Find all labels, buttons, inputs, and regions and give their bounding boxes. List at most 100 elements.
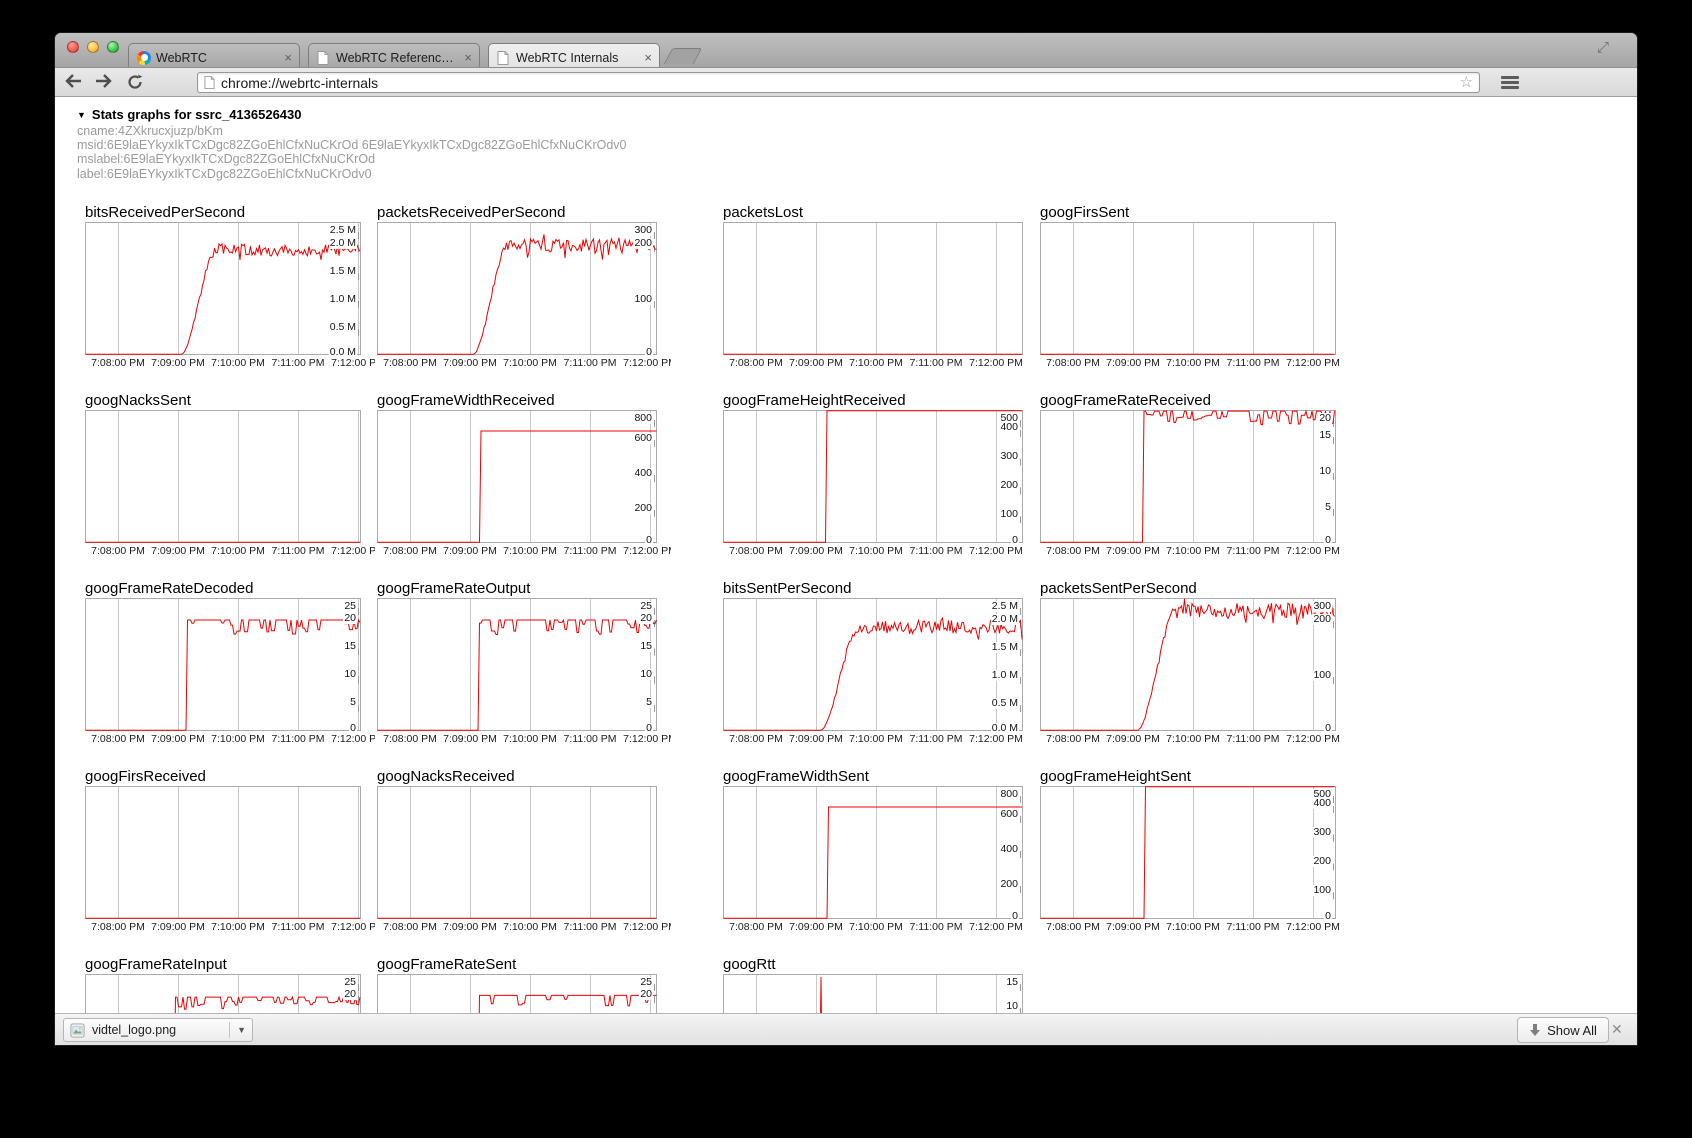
x-tick-label: 7:12:00 PM bbox=[619, 357, 671, 369]
chart-series-line bbox=[724, 618, 1023, 730]
x-tick-label: 7:09:00 PM bbox=[439, 545, 501, 557]
x-axis-labels: 7:08:00 PM7:09:00 PM7:10:00 PM7:11:00 PM… bbox=[85, 919, 375, 933]
x-tick-label: 7:09:00 PM bbox=[439, 921, 501, 933]
back-button[interactable] bbox=[61, 71, 85, 93]
chart-plot-area bbox=[85, 410, 361, 543]
chart-series-line bbox=[86, 244, 361, 354]
y-tick-label: 25 bbox=[639, 977, 653, 988]
x-tick-label: 7:12:00 PM bbox=[965, 921, 1027, 933]
chart-googFrameWidthSent: googFrameWidthSent80060040020007:08:00 P… bbox=[723, 769, 1073, 933]
y-tick-label: 300 bbox=[1312, 601, 1332, 612]
page-icon bbox=[497, 51, 511, 65]
chart-plot-area bbox=[85, 786, 361, 919]
chart-packetsLost: packetsLost7:08:00 PM7:09:00 PM7:10:00 P… bbox=[723, 205, 1073, 369]
x-tick-label: 7:12:00 PM bbox=[1282, 357, 1344, 369]
x-axis-labels: 7:08:00 PM7:09:00 PM7:10:00 PM7:11:00 PM… bbox=[1040, 543, 1350, 557]
x-tick-label: 7:08:00 PM bbox=[1042, 357, 1104, 369]
tab-webrtc-internals[interactable]: WebRTC Internals × bbox=[488, 43, 660, 67]
x-axis-labels: 7:08:00 PM7:09:00 PM7:10:00 PM7:11:00 PM… bbox=[377, 355, 671, 369]
y-tick-label: 0.5 M bbox=[329, 322, 357, 333]
chart-series-line bbox=[724, 411, 1023, 543]
y-tick-label: 600 bbox=[633, 433, 653, 444]
x-tick-label: 7:11:00 PM bbox=[267, 733, 329, 745]
x-tick-label: 7:08:00 PM bbox=[379, 733, 441, 745]
x-tick-label: 7:08:00 PM bbox=[87, 545, 149, 557]
forward-button[interactable] bbox=[91, 71, 115, 93]
x-tick-label: 7:11:00 PM bbox=[559, 733, 621, 745]
chart-series-line bbox=[1041, 787, 1335, 919]
x-axis-labels: 7:08:00 PM7:09:00 PM7:10:00 PM7:11:00 PM… bbox=[1040, 919, 1350, 933]
url-text[interactable]: chrome://webrtc-internals bbox=[221, 75, 1454, 91]
tab-webrtc-reference-app[interactable]: WebRTC Reference App × bbox=[308, 43, 480, 67]
chart-googFrameHeightSent: googFrameHeightSent50040030020010007:08:… bbox=[1040, 769, 1386, 933]
x-axis-labels: 7:08:00 PM7:09:00 PM7:10:00 PM7:11:00 PM… bbox=[377, 731, 671, 745]
menu-icon[interactable] bbox=[1501, 76, 1519, 91]
close-window-button[interactable] bbox=[67, 41, 79, 53]
download-filename: vidtel_logo.png bbox=[92, 1023, 222, 1037]
omnibox[interactable]: chrome://webrtc-internals ☆ bbox=[197, 72, 1480, 93]
chart-series-line bbox=[1041, 411, 1335, 542]
x-tick-label: 7:11:00 PM bbox=[559, 921, 621, 933]
chart-plot-area: 3002001000 bbox=[377, 222, 657, 355]
chart-plot-area: 2.5 M2.0 M1.5 M1.0 M0.5 M0.0 M bbox=[85, 222, 361, 355]
bookmark-star-icon[interactable]: ☆ bbox=[1460, 75, 1473, 90]
x-tick-label: 7:09:00 PM bbox=[147, 921, 209, 933]
x-tick-label: 7:12:00 PM bbox=[1282, 921, 1344, 933]
chart-plot-area: 151050 bbox=[723, 974, 1023, 1013]
y-tick-label: 5 bbox=[1324, 502, 1332, 513]
x-tick-label: 7:09:00 PM bbox=[785, 545, 847, 557]
chart-googFrameRateInput: googFrameRateInput25201510507:08:00 PM7:… bbox=[85, 957, 411, 1013]
download-caret-icon[interactable]: ▼ bbox=[237, 1025, 246, 1035]
download-item-button[interactable]: vidtel_logo.png ▼ bbox=[63, 1018, 253, 1042]
x-axis-labels: 7:08:00 PM7:09:00 PM7:10:00 PM7:11:00 PM… bbox=[1040, 355, 1350, 369]
y-tick-label: 200 bbox=[1312, 856, 1332, 867]
x-axis-labels: 7:08:00 PM7:09:00 PM7:10:00 PM7:11:00 PM… bbox=[723, 731, 1037, 745]
fullscreen-icon[interactable]: ⤢ bbox=[1597, 39, 1609, 56]
y-tick-label: 300 bbox=[633, 225, 653, 236]
chart-title: packetsSentPerSecond bbox=[1040, 581, 1386, 598]
chart-title: googFrameRateOutput bbox=[377, 581, 707, 598]
chart-title: googRtt bbox=[723, 957, 1073, 974]
x-tick-label: 7:09:00 PM bbox=[1102, 733, 1164, 745]
chart-plot-area: 2.5 M2.0 M1.5 M1.0 M0.5 M0.0 M bbox=[723, 598, 1023, 731]
x-tick-label: 7:08:00 PM bbox=[87, 921, 149, 933]
x-tick-label: 7:08:00 PM bbox=[1042, 921, 1104, 933]
x-tick-label: 7:09:00 PM bbox=[1102, 545, 1164, 557]
chart-title: googFirsReceived bbox=[85, 769, 411, 786]
y-tick-label: 20 bbox=[1318, 413, 1332, 424]
y-tick-label: 1.0 M bbox=[329, 294, 357, 305]
show-all-downloads-button[interactable]: Show All bbox=[1517, 1017, 1609, 1043]
chart-googNacksReceived: googNacksReceived7:08:00 PM7:09:00 PM7:1… bbox=[377, 769, 707, 933]
new-tab-button[interactable] bbox=[664, 48, 703, 64]
chart-plot-area: 20151050 bbox=[1040, 410, 1336, 543]
x-tick-label: 7:10:00 PM bbox=[1162, 733, 1224, 745]
y-tick-label: 0.5 M bbox=[991, 698, 1019, 709]
tab-close-icon[interactable]: × bbox=[643, 53, 653, 63]
tab-webrtc[interactable]: WebRTC × bbox=[128, 43, 300, 67]
shelf-close-icon[interactable]: ✕ bbox=[1611, 1021, 1623, 1038]
y-tick-label: 20 bbox=[343, 989, 357, 1000]
x-tick-label: 7:08:00 PM bbox=[725, 921, 787, 933]
tab-close-icon[interactable]: × bbox=[463, 53, 473, 63]
x-tick-label: 7:09:00 PM bbox=[1102, 357, 1164, 369]
chart-plot-area: 8006004002000 bbox=[723, 786, 1023, 919]
tab-close-icon[interactable]: × bbox=[283, 53, 293, 63]
x-tick-label: 7:09:00 PM bbox=[1102, 921, 1164, 933]
x-tick-label: 7:12:00 PM bbox=[619, 921, 671, 933]
x-tick-label: 7:08:00 PM bbox=[725, 545, 787, 557]
chart-title: googFirsSent bbox=[1040, 205, 1386, 222]
reload-button[interactable] bbox=[123, 71, 147, 93]
zoom-window-button[interactable] bbox=[107, 41, 119, 53]
y-tick-label: 5 bbox=[349, 697, 357, 708]
y-tick-label: 2.0 M bbox=[329, 238, 357, 249]
chart-title: googFrameRateDecoded bbox=[85, 581, 411, 598]
x-axis-labels: 7:08:00 PM7:09:00 PM7:10:00 PM7:11:00 PM… bbox=[85, 543, 375, 557]
minimize-window-button[interactable] bbox=[87, 41, 99, 53]
chart-googNacksSent: googNacksSent7:08:00 PM7:09:00 PM7:10:00… bbox=[85, 393, 411, 557]
y-tick-label: 200 bbox=[999, 879, 1019, 890]
x-tick-label: 7:11:00 PM bbox=[905, 545, 967, 557]
x-tick-label: 7:11:00 PM bbox=[1222, 545, 1284, 557]
download-shelf: vidtel_logo.png ▼ Show All ✕ bbox=[55, 1013, 1637, 1045]
y-tick-label: 25 bbox=[343, 601, 357, 612]
x-axis-labels: 7:08:00 PM7:09:00 PM7:10:00 PM7:11:00 PM… bbox=[377, 919, 671, 933]
